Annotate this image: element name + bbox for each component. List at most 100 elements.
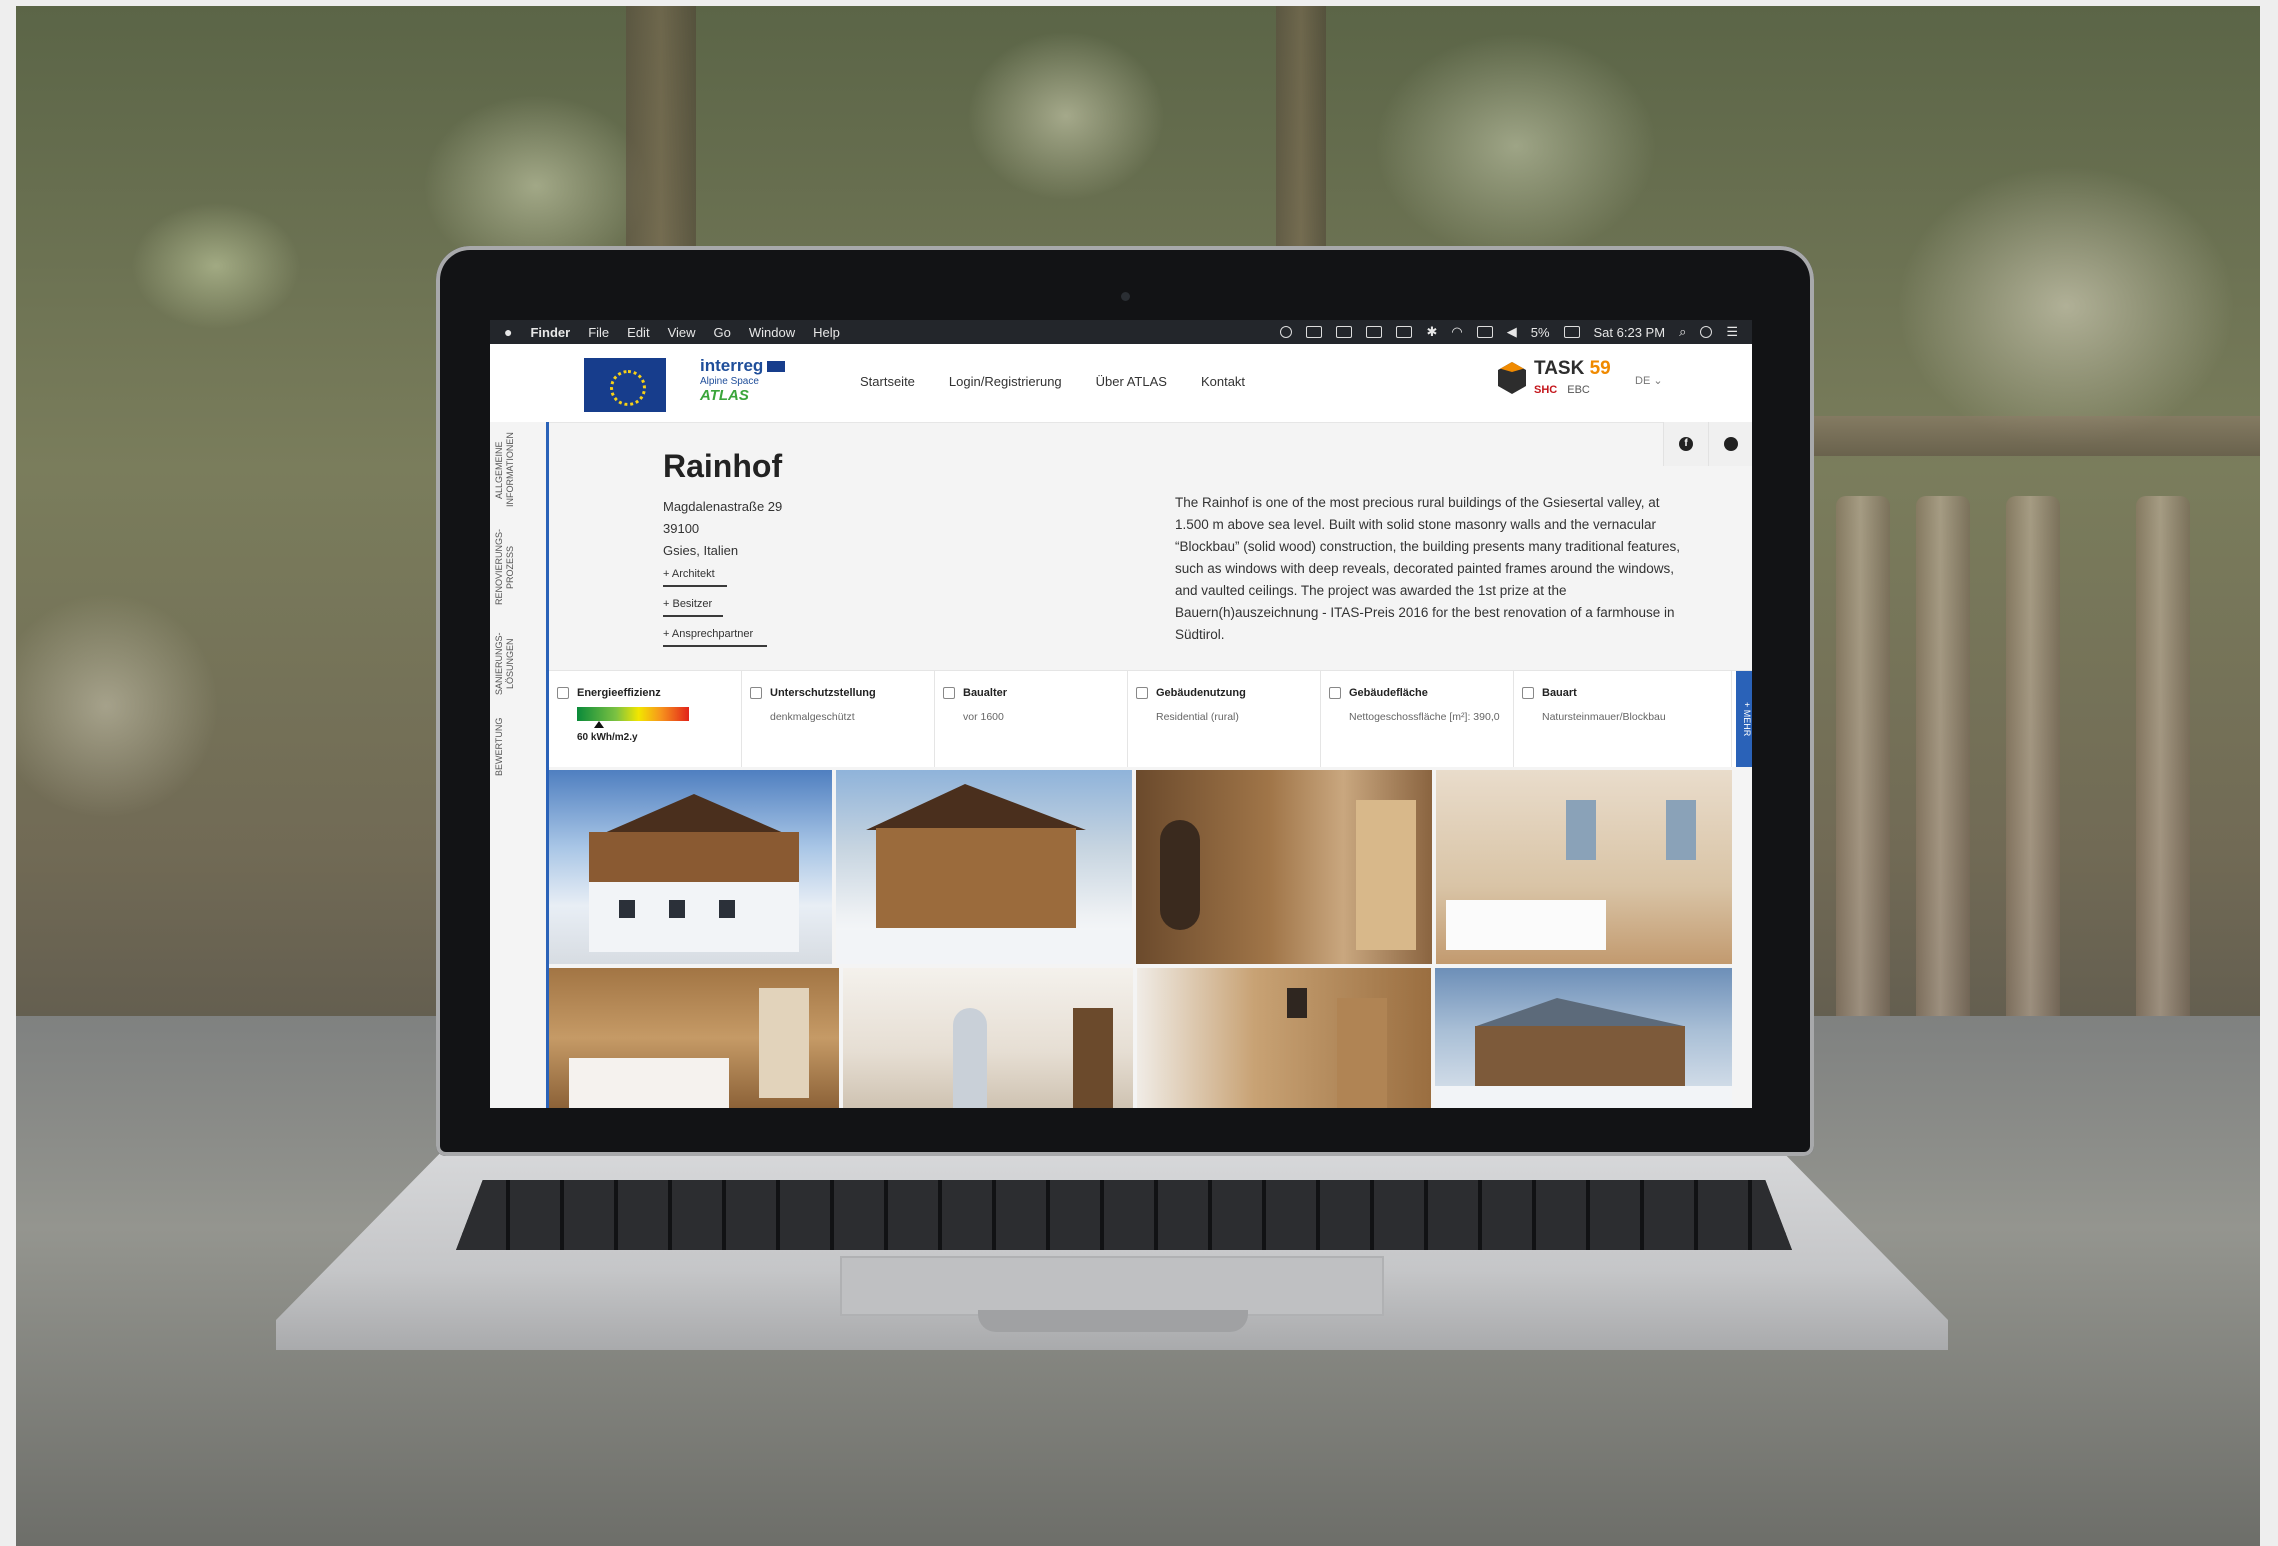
spotlight-search-icon[interactable]: ⌕ [1679,324,1686,340]
notification-center-icon[interactable]: ☰ [1726,324,1738,340]
calendar-icon [943,687,955,699]
laptop-notch [978,1310,1248,1332]
apple-menu-icon[interactable]: ● [504,324,512,340]
site-header: interreg Alpine Space ATLAS Startseite L… [490,344,1752,423]
expand-architekt[interactable]: + Architekt [663,568,727,587]
fact-value: Nettogeschossfläche [m²]: 390,0 [1349,711,1500,723]
task59-logo[interactable]: TASK 59 SHC EBC [1498,356,1628,412]
facts-bar: Energieeffizienz 60 kWh/m2.y Unterschutz… [549,670,1752,767]
railing-post [2136,496,2190,1016]
construction-icon [1522,687,1534,699]
more-button[interactable]: + MEHR [1736,671,1752,767]
sidebar-tab-bewertung[interactable]: BEWERTUNG [494,712,542,782]
sidebar-tab-renovierung[interactable]: RENOVIERUNGS-PROZESS [494,522,542,612]
gallery-photo[interactable] [1137,968,1431,1108]
fact-value: vor 1600 [963,711,1004,723]
menu-help[interactable]: Help [813,325,840,340]
menu-view[interactable]: View [668,325,696,340]
battery-percent: 5% [1530,324,1550,340]
share-button[interactable] [1708,422,1752,466]
menu-file[interactable]: File [588,325,609,340]
task-number: 59 [1589,358,1611,379]
nav-ueber-atlas[interactable]: Über ATLAS [1096,374,1167,389]
language-value: DE [1635,375,1651,387]
dropbox-icon[interactable] [1306,326,1323,338]
main-content: f Rainhof Magdalenastraße 29 39100 Gsies… [549,422,1752,1108]
menu-go[interactable]: Go [714,325,731,340]
fact-label: Gebäudefläche [1349,687,1428,699]
energy-icon [557,687,569,699]
status-icon[interactable] [1280,326,1293,338]
menu-edit[interactable]: Edit [627,325,649,340]
atlas-text: ATLAS [700,387,749,404]
fact-label: Unterschutzstellung [770,687,876,699]
address-street: Magdalenastraße 29 [663,499,783,514]
house-icon [1136,687,1148,699]
wifi-icon[interactable]: ◠ [1451,324,1462,340]
page-title: Rainhof [663,448,783,484]
fact-value: Natursteinmauer/Blockbau [1542,711,1666,723]
energy-scale [577,707,689,721]
gallery-photo[interactable] [843,968,1133,1108]
status-icon[interactable] [1336,326,1353,338]
sidebar-tab-allgemeine[interactable]: ALLGEMEINE INFORMATIONEN [494,428,542,512]
airplay-icon[interactable] [1476,326,1493,338]
task-text: TASK [1534,358,1585,379]
fact-label: Energieeffizienz [577,687,661,699]
address-zip: 39100 [663,521,700,536]
program-text: Alpine Space [700,376,759,387]
fact-energieeffizienz: Energieeffizienz 60 kWh/m2.y [549,671,742,767]
gallery-photo[interactable] [549,968,839,1108]
menu-finder[interactable]: Finder [530,325,570,340]
fact-value: denkmalgeschützt [770,711,855,723]
gallery-photo[interactable] [549,770,832,964]
siri-icon[interactable] [1700,326,1713,338]
task-cube-icon [1498,362,1526,394]
expand-label: + Ansprechpartner [663,628,754,640]
volume-icon[interactable]: ◀ [1507,324,1517,340]
battery-icon[interactable] [1563,326,1580,338]
fact-gebaeudeflaeche: Gebäudefläche Nettogeschossfläche [m²]: … [1321,671,1514,767]
gallery-photo[interactable] [1436,770,1732,964]
gallery-photo[interactable] [836,770,1132,964]
status-icon[interactable] [1366,326,1383,338]
interreg-atlas-logo[interactable]: interreg Alpine Space ATLAS [700,356,810,412]
fact-label: Gebäudenutzung [1156,687,1246,699]
energy-marker [594,721,604,728]
address: Magdalenastraße 29 39100 Gsies, Italien [663,496,782,562]
shc-text: SHC [1534,384,1558,396]
laptop-trackpad [840,1256,1384,1316]
nav-kontakt[interactable]: Kontakt [1201,374,1245,389]
eu-flag-logo [584,358,666,412]
gallery-photo[interactable] [1136,770,1432,964]
expand-ansprechpartner[interactable]: + Ansprechpartner [663,628,767,647]
railing [1806,416,2260,456]
railing-post [1836,496,1890,1016]
fact-value: Residential (rural) [1156,711,1239,723]
section-sidebar: ALLGEMEINE INFORMATIONEN RENOVIERUNGS-PR… [490,422,549,1108]
protection-icon [750,687,762,699]
expand-besitzer[interactable]: + Besitzer [663,598,723,617]
share-icon [1724,437,1738,451]
fact-unterschutzstellung: Unterschutzstellung denkmalgeschützt [742,671,935,767]
laptop-keyboard [456,1180,1792,1250]
gallery-photo[interactable] [1435,968,1732,1108]
fact-gebaeudenutzung: Gebäudenutzung Residential (rural) [1128,671,1321,767]
clock[interactable]: Sat 6:23 PM [1594,325,1666,340]
interreg-text: interreg [700,356,764,375]
language-select[interactable]: DE ⌄ [1635,374,1663,387]
expand-label: + Besitzer [663,598,713,610]
sidebar-tab-sanierung[interactable]: SANIERUNGS-LÖSUNGEN [494,626,542,702]
railing-post [2006,496,2060,1016]
menu-window[interactable]: Window [749,325,795,340]
address-city: Gsies, Italien [663,543,739,558]
nav-login[interactable]: Login/Registrierung [949,374,1062,389]
fact-baualter: Baualter vor 1600 [935,671,1128,767]
laptop-screen: ● Finder File Edit View Go Window Help ✱… [490,320,1752,1108]
bluetooth-icon[interactable]: ✱ [1426,324,1437,340]
nav-startseite[interactable]: Startseite [860,374,915,389]
main-nav: Startseite Login/Registrierung Über ATLA… [860,374,1245,389]
info-button[interactable]: f [1663,422,1708,466]
ebc-text: EBC [1567,384,1590,396]
status-icon[interactable] [1396,326,1413,338]
